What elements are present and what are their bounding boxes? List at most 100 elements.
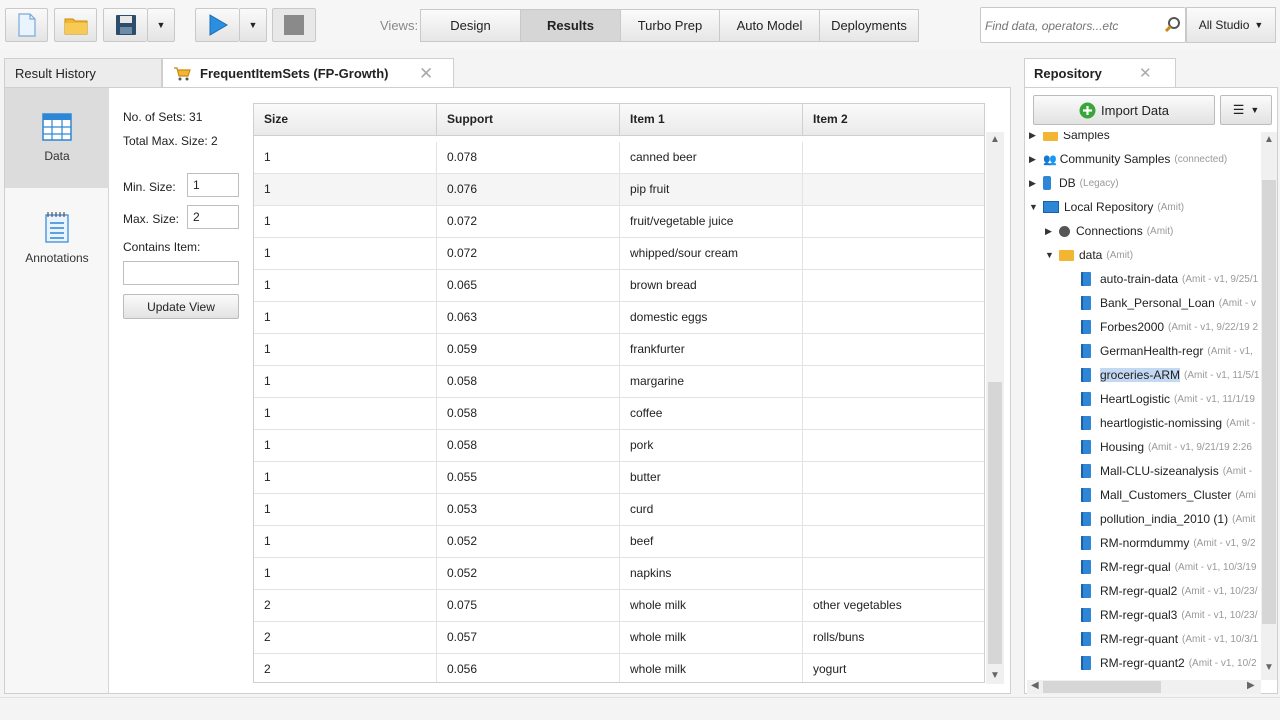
collapsed-arrow-icon[interactable]: ▶	[1029, 132, 1039, 141]
table-row[interactable]: 1 0.058 pork	[254, 430, 984, 462]
table-vertical-scrollbar[interactable]: ▲ ▼	[986, 132, 1004, 684]
repository-item-name: HeartLogistic	[1100, 392, 1171, 406]
repository-menu-button[interactable]: ☰ ▼	[1220, 95, 1272, 125]
table-row[interactable]: 1 0.078 canned beer	[254, 142, 984, 174]
repository-item[interactable]: HeartLogistic (Amit - v1, 11/1/19	[1069, 388, 1255, 410]
repository-item[interactable]: ▶ Connections (Amit)	[1045, 220, 1173, 242]
repository-item[interactable]: Housing (Amit - v1, 9/21/19 2:26	[1069, 436, 1252, 458]
repository-item-name: Mall_Customers_Cluster	[1100, 488, 1232, 502]
repository-vertical-scrollbar[interactable]: ▲ ▼	[1261, 132, 1277, 680]
scroll-left-icon[interactable]: ◀	[1031, 680, 1039, 691]
view-deployments-button[interactable]: Deployments	[819, 9, 919, 42]
table-row[interactable]: 1 0.058 coffee	[254, 398, 984, 430]
repository-item[interactable]: Forbes2000 (Amit - v1, 9/22/19 2	[1069, 316, 1258, 338]
repository-item-name: RM-regr-qual2	[1100, 584, 1178, 598]
repository-item[interactable]: RM-regr-qual2 (Amit - v1, 10/23/	[1069, 580, 1258, 602]
total-max-size-text: Total Max. Size: 2	[123, 134, 218, 148]
tab-repository[interactable]: Repository ✕	[1024, 58, 1176, 88]
view-results-button[interactable]: Results	[520, 9, 621, 42]
repository-item[interactable]: RM-regr-quant2 (Amit - v1, 10/2	[1069, 652, 1257, 674]
stop-button[interactable]	[272, 8, 316, 42]
repository-item[interactable]: ▶ DB (Legacy)	[1029, 172, 1119, 194]
table-row[interactable]: 1 0.052 beef	[254, 526, 984, 558]
repository-item[interactable]: Bank_Personal_Loan (Amit - v	[1069, 292, 1256, 314]
import-data-button[interactable]: Import Data	[1033, 95, 1215, 125]
table-row[interactable]: 2 0.056 whole milk yogurt	[254, 654, 984, 682]
run-button[interactable]	[195, 8, 239, 42]
table-row[interactable]: 1 0.063 domestic eggs	[254, 302, 984, 334]
scroll-up-icon[interactable]: ▲	[1264, 134, 1274, 145]
repository-horizontal-scrollbar[interactable]: ◀ ▶	[1027, 680, 1261, 694]
repository-item[interactable]: pollution_india_2010 (1) (Amit	[1069, 508, 1255, 530]
table-row[interactable]: 2 0.075 whole milk other vegetables	[254, 590, 984, 622]
collapsed-arrow-icon[interactable]: ▶	[1045, 226, 1055, 237]
table-row[interactable]: 2 0.057 whole milk rolls/buns	[254, 622, 984, 654]
people-icon: 👥	[1043, 153, 1057, 166]
table-row[interactable]: 1 0.059 frankfurter	[254, 334, 984, 366]
view-auto-model-button[interactable]: Auto Model	[719, 9, 820, 42]
repository-item[interactable]: groceries-ARM (Amit - v1, 11/5/1	[1069, 364, 1259, 386]
column-header-size[interactable]: Size	[254, 104, 437, 136]
cell-size: 1	[254, 526, 437, 558]
cell-support: 0.052	[437, 558, 620, 590]
scrollbar-thumb[interactable]	[1043, 681, 1161, 693]
scroll-down-icon[interactable]: ▼	[1264, 662, 1274, 673]
expanded-arrow-icon[interactable]: ▼	[1029, 202, 1039, 212]
repository-item[interactable]: RM-regr-qual (Amit - v1, 10/3/19	[1069, 556, 1256, 578]
save-dropdown-button[interactable]: ▼	[147, 8, 175, 42]
min-size-input[interactable]	[187, 173, 239, 197]
close-repository-icon[interactable]: ✕	[1139, 64, 1152, 82]
studio-filter-dropdown[interactable]: All Studio ▼	[1186, 7, 1276, 43]
cell-item-2	[803, 462, 984, 494]
scrollbar-thumb[interactable]	[988, 382, 1002, 664]
repository-item[interactable]: heartlogistic-nomissing (Amit -	[1069, 412, 1256, 434]
table-row[interactable]: 1 0.072 fruit/vegetable juice	[254, 206, 984, 238]
repository-item[interactable]: ▼ Local Repository (Amit)	[1029, 196, 1184, 218]
table-row[interactable]: 1 0.076 pip fruit	[254, 174, 984, 206]
repository-item[interactable]: RM-regr-qual3 (Amit - v1, 10/23/	[1069, 604, 1258, 626]
repository-item[interactable]: ▶ Samples	[1029, 132, 1114, 146]
sidebar-item-data[interactable]: Data	[5, 88, 109, 188]
scroll-right-icon[interactable]: ▶	[1247, 680, 1255, 691]
table-row[interactable]: 1 0.065 brown bread	[254, 270, 984, 302]
table-row[interactable]: 1 0.072 whipped/sour cream	[254, 238, 984, 270]
repository-item[interactable]: RM-normdummy (Amit - v1, 9/2	[1069, 532, 1256, 554]
close-tab-icon[interactable]: ✕	[419, 64, 433, 84]
sidebar-item-annotations[interactable]: Annotations	[5, 188, 109, 288]
new-process-button[interactable]	[5, 8, 48, 42]
view-turbo-prep-button[interactable]: Turbo Prep	[620, 9, 720, 42]
tab-frequent-itemsets[interactable]: FrequentItemSets (FP-Growth) ✕	[162, 58, 454, 88]
run-dropdown-button[interactable]: ▼	[239, 8, 267, 42]
column-header-item-2[interactable]: Item 2	[803, 104, 984, 136]
scroll-down-icon[interactable]: ▼	[990, 670, 1000, 681]
repository-item[interactable]: ▶ 👥 Community Samples (connected)	[1029, 148, 1227, 170]
scrollbar-thumb[interactable]	[1262, 180, 1276, 624]
repository-item[interactable]: Mall-CLU-sizeanalysis (Amit -	[1069, 460, 1252, 482]
repository-tree: ▶ Samples ▶ 👥 Community Samples (connected) ▶ D…	[1025, 132, 1261, 680]
repository-item-name: Housing	[1100, 440, 1145, 454]
expanded-arrow-icon[interactable]: ▼	[1045, 250, 1055, 260]
scroll-up-icon[interactable]: ▲	[990, 134, 1000, 145]
column-header-support[interactable]: Support	[437, 104, 620, 136]
table-row[interactable]: 1 0.055 butter	[254, 462, 984, 494]
search-input[interactable]	[985, 17, 1155, 35]
repository-item[interactable]: ▼ data (Amit)	[1045, 244, 1133, 266]
collapsed-arrow-icon[interactable]: ▶	[1029, 178, 1039, 189]
collapsed-arrow-icon[interactable]: ▶	[1029, 154, 1039, 165]
repository-item[interactable]: RM-regr-quant (Amit - v1, 10/3/1	[1069, 628, 1258, 650]
save-button[interactable]	[103, 8, 147, 42]
repository-item[interactable]: GermanHealth-regr (Amit - v1,	[1069, 340, 1253, 362]
view-design-button[interactable]: Design	[420, 9, 521, 42]
max-size-input[interactable]	[187, 205, 239, 229]
table-row[interactable]: 1 0.058 margarine	[254, 366, 984, 398]
tab-result-history[interactable]: Result History	[4, 58, 162, 88]
open-process-button[interactable]	[54, 8, 97, 42]
search-icon[interactable]	[1164, 16, 1182, 34]
table-row[interactable]: 1 0.052 napkins	[254, 558, 984, 590]
repository-item[interactable]: auto-train-data (Amit - v1, 9/25/1	[1069, 268, 1258, 290]
column-header-item-1[interactable]: Item 1	[620, 104, 803, 136]
update-view-button[interactable]: Update View	[123, 294, 239, 319]
repository-item[interactable]: Mall_Customers_Cluster (Ami	[1069, 484, 1256, 506]
contains-item-input[interactable]	[123, 261, 239, 285]
table-row[interactable]: 1 0.053 curd	[254, 494, 984, 526]
